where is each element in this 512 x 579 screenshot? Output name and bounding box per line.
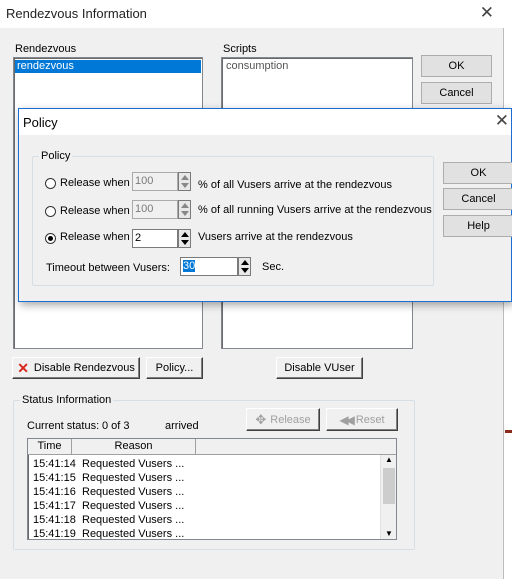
background-window-mark [505,430,512,433]
scripts-label: Scripts [223,43,257,55]
cancel-button[interactable]: Cancel [421,82,492,104]
timeout-label: Timeout between Vusers: [46,262,170,274]
vusers-count-input[interactable]: 2 [132,229,178,248]
percent-all-spinner[interactable] [178,172,191,191]
disable-rendezvous-label: Disable Rendezvous [33,362,135,374]
ok-button[interactable]: OK [421,55,492,77]
policy-cancel-button[interactable]: Cancel [443,188,512,210]
percent-running-input[interactable]: 100 [132,200,178,219]
release-label: Release [270,413,311,426]
table-row[interactable]: 15:41:17 Requested Vusers ... [30,499,380,513]
current-status-value: 0 of 3 [102,420,130,432]
red-x-icon: ✕ [17,360,29,376]
policy-window-title: Policy [23,115,58,130]
vusers-count-suffix: Vusers arrive at the rendezvous [198,231,353,243]
scripts-list-item[interactable]: consumption [226,60,288,73]
release-percent-all-radio[interactable] [45,178,56,189]
table-row[interactable]: 15:41:14 Requested Vusers ... [30,457,380,471]
column-header-time[interactable]: Time [28,439,72,455]
arrived-label: arrived [165,420,199,432]
status-rows: 15:41:14 Requested Vusers ... 15:41:15 Req… [30,457,380,539]
policy-button[interactable]: Policy... [146,357,203,379]
percent-running-spinner[interactable] [178,200,191,219]
window-title: Rendezvous Information [6,6,147,21]
release-button[interactable]: ✥ Release [246,408,320,431]
close-icon[interactable]: ✕ [495,111,509,131]
percent-all-input[interactable]: 100 [132,172,178,191]
rendezvous-list-item[interactable]: rendezvous [15,60,201,73]
table-row[interactable]: 15:41:19 Requested Vusers ... [30,527,380,539]
scroll-up-icon[interactable]: ▲ [385,455,393,464]
policy-group-title: Policy [39,150,73,162]
scroll-down-icon[interactable]: ▼ [385,529,393,538]
table-row[interactable]: 15:41:15 Requested Vusers ... [30,471,380,485]
release-when-label-3: Release when [60,231,130,243]
column-header-reason[interactable]: Reason [72,439,196,455]
release-when-label-1: Release when [60,177,130,189]
vusers-count-spinner[interactable] [178,229,191,248]
reset-label: Reset [355,413,385,426]
policy-dialog: Policy ✕ Policy Release when 100 % of al… [18,108,512,302]
column-header-spacer [196,439,396,455]
policy-help-button[interactable]: Help [443,215,512,237]
policy-ok-button[interactable]: OK [443,162,512,184]
timeout-input[interactable]: 30 [180,257,238,276]
percent-all-suffix: % of all Vusers arrive at the rendezvous [198,179,393,191]
table-row[interactable]: 15:41:18 Requested Vusers ... [30,513,380,527]
release-vusers-count-radio[interactable] [45,233,56,244]
release-when-label-2: Release when [60,205,130,217]
timeout-value: 30 [183,260,196,272]
status-group-title: Status Information [20,394,114,406]
release-icon: ✥ [255,411,267,427]
disable-rendezvous-button[interactable]: ✕ Disable Rendezvous [12,357,140,379]
close-icon[interactable]: ✕ [480,3,494,23]
policy-title-bar: Policy ✕ [19,109,511,135]
release-percent-running-radio[interactable] [45,206,56,217]
percent-running-suffix: % of all running Vusers arrive at the re… [198,204,432,216]
scrollbar-thumb[interactable] [383,468,395,504]
timeout-unit: Sec. [262,261,285,273]
timeout-spinner[interactable] [238,257,251,276]
current-status-label: Current status: [27,420,100,432]
status-log-list[interactable]: Time Reason 15:41:14 Requested Vusers ...… [27,438,397,540]
title-bar: Rendezvous Information ✕ [0,0,504,28]
disable-vuser-button[interactable]: Disable VUser [276,357,363,379]
rendezvous-label: Rendezvous [15,43,77,55]
vertical-scrollbar[interactable]: ▲ ▼ [380,455,396,539]
reset-button[interactable]: ◀◀ Reset [326,408,398,431]
rewind-icon: ◀◀ [339,412,355,427]
table-row[interactable]: 15:41:16 Requested Vusers ... [30,485,380,499]
